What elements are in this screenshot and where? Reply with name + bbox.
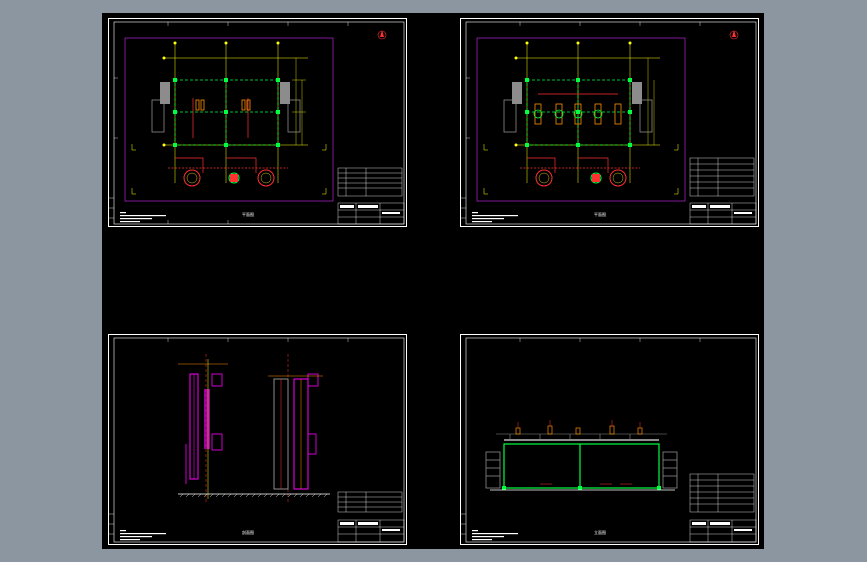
axis-lines [163, 42, 308, 183]
legend-table [337, 491, 403, 513]
notes [472, 530, 518, 541]
axis-lines [515, 42, 660, 183]
pump-unit [228, 172, 240, 184]
pump-unit [590, 172, 602, 184]
sheet-frame [108, 334, 407, 545]
drawing-canvas[interactable]: 平面图 平面图 剖面图 立面图 [102, 13, 764, 549]
sheet-frame [460, 18, 759, 227]
legend-table [689, 157, 755, 197]
notes [120, 212, 166, 223]
left-strip [461, 197, 466, 219]
axis-bubbles [162, 41, 280, 147]
left-vessel [178, 354, 228, 504]
title-block-fill [692, 522, 752, 531]
plan-view-drawing-2: 平面图 [460, 18, 759, 227]
title-block-fill [340, 522, 400, 531]
sheet-title: 剖面图 [242, 529, 254, 535]
border-ticks [114, 22, 349, 224]
border-ticks [167, 338, 349, 342]
sheet-inner-frame [465, 21, 757, 225]
sheet-inner-frame [113, 337, 405, 543]
plan-view-sheet-1[interactable]: 平面图 [108, 18, 408, 228]
left-strip [461, 513, 466, 535]
plan-view-sheet-2[interactable]: 平面图 [460, 18, 760, 228]
north-arrow-icon [377, 30, 387, 40]
sheet-frame [108, 18, 407, 227]
tanks [535, 169, 627, 187]
ground-line [490, 483, 675, 491]
legend-table [689, 473, 755, 513]
pipes [168, 98, 288, 173]
title-block-fill [692, 205, 752, 214]
corner-marks [483, 144, 679, 195]
riser-pipes [517, 420, 641, 428]
border-ticks [519, 338, 701, 342]
elevation-view-drawing: 立面图 [460, 334, 759, 545]
section-view-sheet[interactable]: 剖面图 [108, 334, 408, 546]
plan-view-drawing-1: 平面图 [108, 18, 407, 227]
elevation-view-sheet[interactable]: 立面图 [460, 334, 760, 546]
column-nodes [173, 78, 280, 147]
sheet-inner-frame [113, 21, 405, 225]
fittings [195, 99, 251, 111]
ground-line [178, 493, 330, 498]
left-strip [109, 513, 114, 535]
sheet-title: 平面图 [594, 211, 606, 217]
legend-table [337, 167, 403, 197]
corner-marks [131, 144, 327, 195]
pipes [520, 93, 640, 173]
left-strip [109, 197, 114, 219]
sheet-title: 平面图 [242, 211, 254, 217]
side-stairs [485, 451, 678, 489]
title-block-fill [340, 205, 400, 214]
steel-frame [503, 439, 660, 489]
notes [120, 530, 166, 541]
right-vessel [268, 354, 323, 504]
sheet-title: 立面图 [594, 529, 606, 535]
north-arrow-icon [729, 30, 739, 40]
top-fittings [515, 425, 643, 435]
section-view-drawing: 剖面图 [108, 334, 407, 545]
notes [472, 212, 518, 223]
